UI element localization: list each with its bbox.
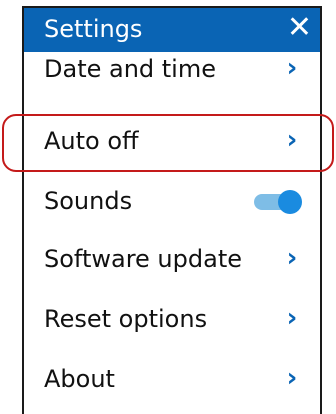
title-bar: Settings ✕ <box>24 8 320 52</box>
menu-item-date-and-time[interactable]: Date and time › <box>24 52 320 108</box>
menu-item-label: About <box>44 365 115 393</box>
menu-item-label: Sounds <box>44 187 133 215</box>
menu-item-software-update[interactable]: Software update › <box>24 232 320 288</box>
menu-item-label: Software update <box>44 245 242 273</box>
chevron-right-icon: › <box>286 363 298 393</box>
chevron-right-icon: › <box>286 243 298 273</box>
menu-item-label: Date and time <box>44 55 216 83</box>
menu-item-label: Reset options <box>44 305 208 333</box>
page-title: Settings <box>44 15 143 43</box>
settings-screen: Settings ✕ Date and time › Auto off › So… <box>22 6 322 414</box>
menu-item-reset-options[interactable]: Reset options › <box>24 292 320 348</box>
menu-item-sounds[interactable]: Sounds <box>24 174 320 230</box>
chevron-right-icon: › <box>286 53 298 83</box>
sounds-toggle[interactable] <box>254 190 306 214</box>
toggle-knob <box>278 190 302 214</box>
close-icon[interactable]: ✕ <box>287 12 312 44</box>
menu-item-about[interactable]: About › <box>24 352 320 408</box>
chevron-right-icon: › <box>286 303 298 333</box>
highlight-callout <box>2 114 334 172</box>
